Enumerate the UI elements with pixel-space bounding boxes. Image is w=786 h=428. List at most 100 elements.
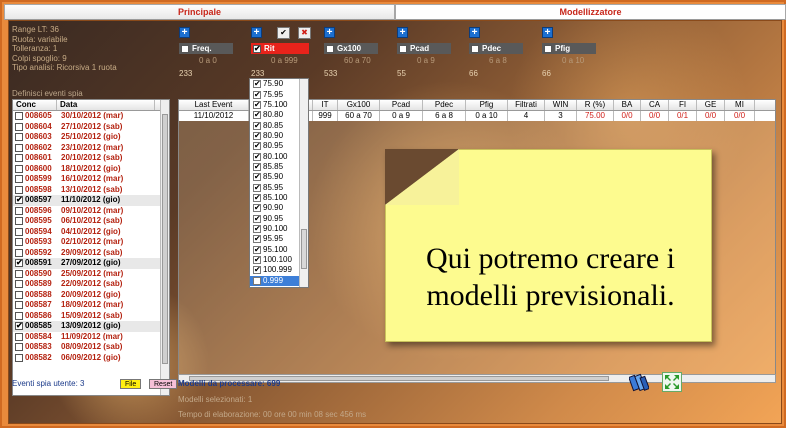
- table-row[interactable]: 008590 25/09/2012 (mar): [13, 269, 169, 280]
- add-filter-icon[interactable]: +: [179, 27, 190, 38]
- row-checkbox[interactable]: [15, 238, 23, 247]
- add-filter-icon[interactable]: +: [469, 27, 480, 38]
- row-checkbox[interactable]: [15, 248, 23, 257]
- option-checkbox[interactable]: ✔: [253, 90, 261, 99]
- row-checkbox[interactable]: [15, 133, 23, 142]
- option-checkbox[interactable]: ✔: [253, 245, 261, 254]
- filter-checkbox[interactable]: [544, 44, 552, 53]
- row-checkbox[interactable]: [15, 280, 23, 289]
- reset-button[interactable]: Reset: [149, 379, 178, 389]
- col-header[interactable]: Pdec: [423, 100, 466, 110]
- filter-checkbox[interactable]: [471, 44, 479, 53]
- option-checkbox[interactable]: ✔: [253, 80, 261, 89]
- option-checkbox[interactable]: ✔: [253, 162, 261, 171]
- row-checkbox[interactable]: ✔: [15, 322, 23, 331]
- col-header[interactable]: BA: [614, 100, 641, 110]
- row-checkbox[interactable]: [15, 290, 23, 299]
- row-checkbox[interactable]: ✔: [15, 196, 23, 205]
- tab-principale[interactable]: Principale: [4, 4, 395, 20]
- option-checkbox[interactable]: ✔: [253, 224, 261, 233]
- add-filter-icon[interactable]: +: [542, 27, 553, 38]
- filter-pcad[interactable]: Pcad: [397, 43, 451, 54]
- row-checkbox[interactable]: [15, 301, 23, 310]
- option-checkbox[interactable]: ✔: [253, 111, 261, 120]
- table-row[interactable]: ✔ 008591 27/09/2012 (gio): [13, 258, 169, 269]
- table-row[interactable]: 008583 08/09/2012 (sab): [13, 342, 169, 353]
- row-checkbox[interactable]: [15, 164, 23, 173]
- clear-filter-icon[interactable]: ✖: [298, 27, 311, 39]
- option-checkbox[interactable]: ✔: [253, 173, 261, 182]
- option-checkbox[interactable]: ✔: [253, 142, 261, 151]
- table-row[interactable]: 008588 20/09/2012 (gio): [13, 290, 169, 301]
- table-row[interactable]: ✔ 008585 13/09/2012 (gio): [13, 321, 169, 332]
- col-header[interactable]: R (%): [577, 100, 614, 110]
- col-header[interactable]: Filtrati: [508, 100, 545, 110]
- filter-checkbox[interactable]: [181, 44, 189, 53]
- filter-rit[interactable]: ✔ Rit: [251, 43, 309, 54]
- col-header[interactable]: GE: [697, 100, 725, 110]
- col-conc[interactable]: Conc: [13, 100, 57, 110]
- table-row[interactable]: 008599 16/10/2012 (mar): [13, 174, 169, 185]
- table-row[interactable]: 008586 15/09/2012 (sab): [13, 311, 169, 322]
- col-header[interactable]: MI: [725, 100, 755, 110]
- add-filter-icon[interactable]: +: [324, 27, 335, 38]
- filter-freq[interactable]: Freq.: [179, 43, 233, 54]
- left-table-scrollbar[interactable]: [160, 100, 169, 395]
- option-checkbox[interactable]: ✔: [253, 193, 261, 202]
- row-checkbox[interactable]: [15, 143, 23, 152]
- table-row[interactable]: 008601 20/10/2012 (sab): [13, 153, 169, 164]
- checklist-icon[interactable]: ✔: [277, 27, 290, 39]
- col-header[interactable]: IT: [313, 100, 338, 110]
- table-row[interactable]: 008594 04/10/2012 (gio): [13, 227, 169, 238]
- table-row[interactable]: 008582 06/09/2012 (gio): [13, 353, 169, 364]
- option-checkbox[interactable]: ✔: [253, 152, 261, 161]
- expand-icon[interactable]: [662, 372, 682, 392]
- row-checkbox[interactable]: [15, 175, 23, 184]
- option-checkbox[interactable]: ✔: [253, 214, 261, 223]
- table-row[interactable]: 008592 29/09/2012 (sab): [13, 248, 169, 259]
- table-row[interactable]: 008604 27/10/2012 (sab): [13, 122, 169, 133]
- option-checkbox[interactable]: ✔: [253, 235, 261, 244]
- col-header[interactable]: Gx100: [338, 100, 380, 110]
- option-checkbox[interactable]: ✔: [253, 131, 261, 140]
- row-checkbox[interactable]: [15, 154, 23, 163]
- option-checkbox[interactable]: [253, 276, 261, 285]
- table-row[interactable]: 008589 22/09/2012 (sab): [13, 279, 169, 290]
- row-checkbox[interactable]: [15, 311, 23, 320]
- table-row[interactable]: 008587 18/09/2012 (mar): [13, 300, 169, 311]
- filter-checkbox[interactable]: [326, 44, 334, 53]
- dropdown-scrollbar[interactable]: [299, 79, 308, 287]
- col-header[interactable]: Pfig: [466, 100, 508, 110]
- filter-checkbox[interactable]: [399, 44, 407, 53]
- row-checkbox[interactable]: [15, 353, 23, 362]
- table-row[interactable]: ✔ 008597 11/10/2012 (gio): [13, 195, 169, 206]
- table-row[interactable]: 008605 30/10/2012 (mar): [13, 111, 169, 122]
- table-row[interactable]: 008600 18/10/2012 (gio): [13, 164, 169, 175]
- table-row[interactable]: 008593 02/10/2012 (mar): [13, 237, 169, 248]
- books-icon[interactable]: [628, 372, 650, 392]
- col-data[interactable]: Data: [57, 100, 155, 110]
- row-checkbox[interactable]: [15, 332, 23, 341]
- row-checkbox[interactable]: [15, 122, 23, 131]
- row-checkbox[interactable]: [15, 112, 23, 121]
- col-header[interactable]: WIN: [545, 100, 577, 110]
- col-header[interactable]: Last Event: [179, 100, 249, 110]
- filter-checkbox[interactable]: ✔: [253, 44, 261, 53]
- row-checkbox[interactable]: [15, 206, 23, 215]
- row-checkbox[interactable]: ✔: [15, 259, 23, 268]
- filter-pdec[interactable]: Pdec: [469, 43, 523, 54]
- file-button[interactable]: File: [120, 379, 142, 389]
- filter-pfig[interactable]: Pfig: [542, 43, 596, 54]
- col-header[interactable]: CA: [641, 100, 669, 110]
- col-header[interactable]: Pcad: [380, 100, 423, 110]
- row-checkbox[interactable]: [15, 217, 23, 226]
- table-row[interactable]: 008584 11/09/2012 (mar): [13, 332, 169, 343]
- add-filter-icon[interactable]: +: [397, 27, 408, 38]
- table-row[interactable]: 008603 25/10/2012 (gio): [13, 132, 169, 143]
- row-checkbox[interactable]: [15, 227, 23, 236]
- tab-modellizzatore[interactable]: Modellizzatore: [395, 4, 786, 20]
- col-header[interactable]: FI: [669, 100, 697, 110]
- add-filter-icon[interactable]: +: [251, 27, 262, 38]
- table-row[interactable]: 008595 06/10/2012 (sab): [13, 216, 169, 227]
- rit-dropdown-list[interactable]: ✔ 75.90 ✔ 75.95 ✔ 75.100 ✔ 80.80 ✔ 80.85 ✔ 80.90 ✔ 80…: [249, 78, 309, 288]
